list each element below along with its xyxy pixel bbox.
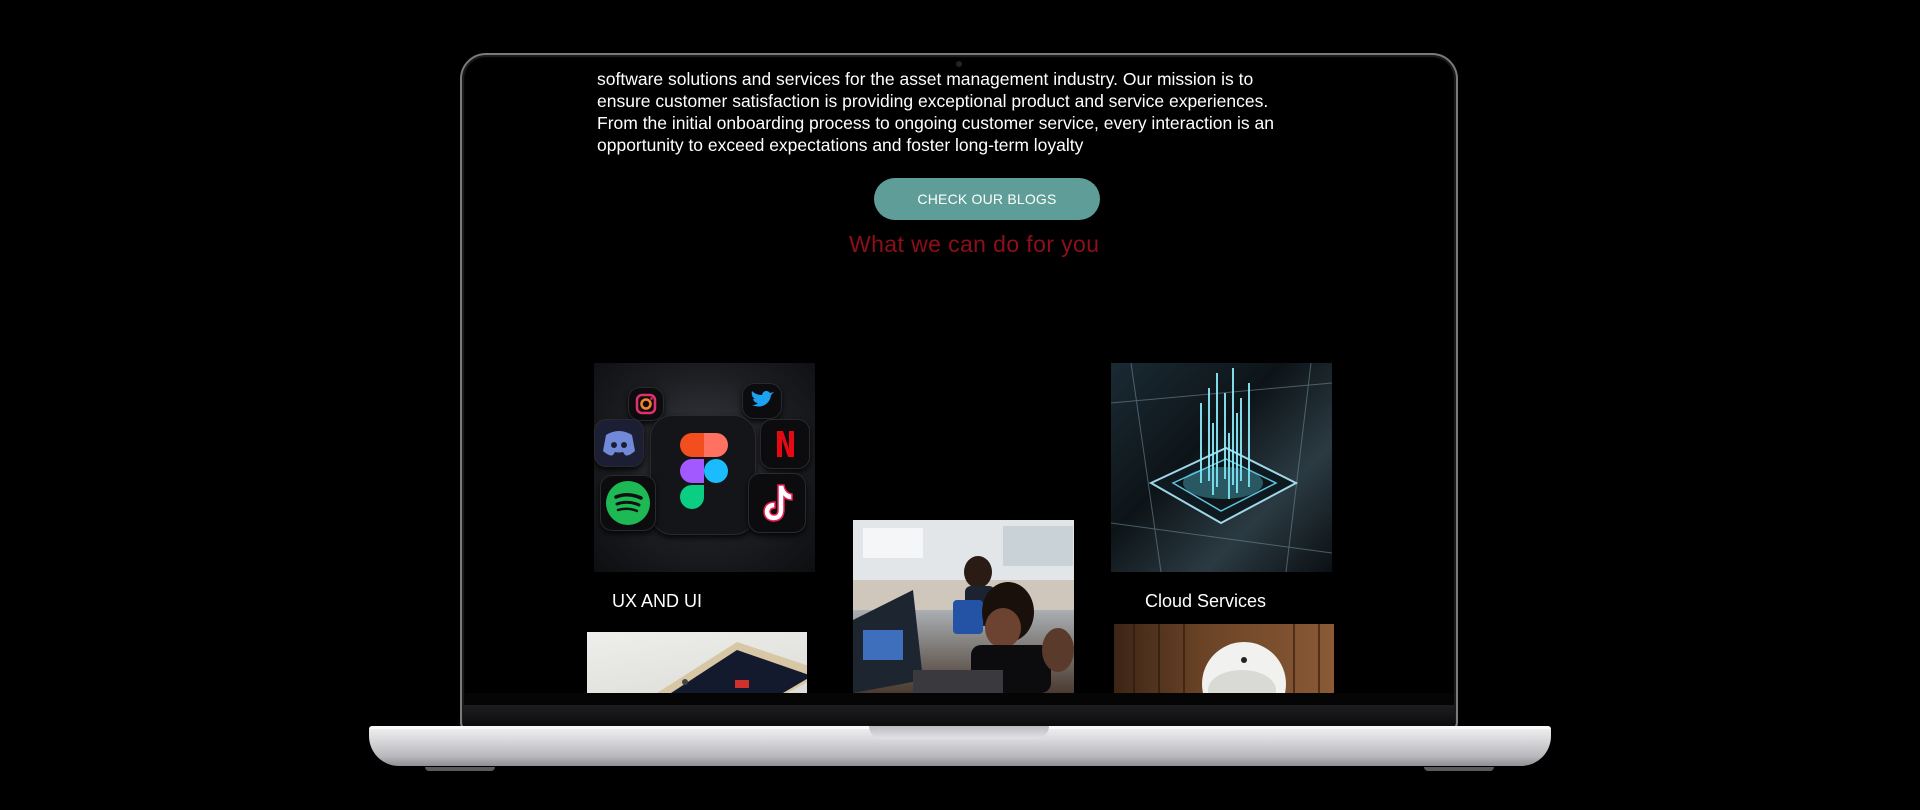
instagram-icon — [628, 387, 664, 421]
service-label-ux-ui: UX AND UI — [612, 591, 703, 611]
intro-paragraph: software solutions and services for the … — [597, 68, 1357, 156]
figma-icon — [650, 415, 756, 535]
netflix-icon — [760, 419, 810, 469]
tiktok-icon — [748, 473, 806, 533]
screen-bottom-bezel — [463, 705, 1455, 727]
glowing-cpu-chip-image[interactable] — [1111, 363, 1332, 572]
camera-notch — [943, 58, 975, 72]
robot-image[interactable] — [1114, 624, 1334, 693]
laptop-foot — [1424, 767, 1494, 771]
spotify-icon — [600, 475, 656, 531]
check-our-blogs-button[interactable]: CHECK OUR BLOGS — [874, 178, 1100, 220]
intro-line: ensure customer satisfaction is providin… — [597, 91, 1269, 111]
discord-icon — [594, 419, 644, 467]
app-icons-3d-image[interactable] — [594, 363, 815, 572]
service-label-cloud-services: Cloud Services — [1145, 591, 1267, 611]
team-working-at-computers-image[interactable] — [853, 520, 1074, 693]
laptop-foot — [425, 767, 495, 771]
intro-line: From the initial onboarding process to o… — [597, 113, 1275, 133]
twitter-icon — [742, 383, 782, 419]
section-title: What we can do for you — [849, 231, 1100, 257]
smartphone-image[interactable] — [587, 632, 807, 693]
intro-line: opportunity to exceed expectations and f… — [597, 135, 1084, 155]
intro-line: software solutions and services for the … — [597, 69, 1254, 89]
laptop-opening-notch — [869, 726, 1049, 739]
